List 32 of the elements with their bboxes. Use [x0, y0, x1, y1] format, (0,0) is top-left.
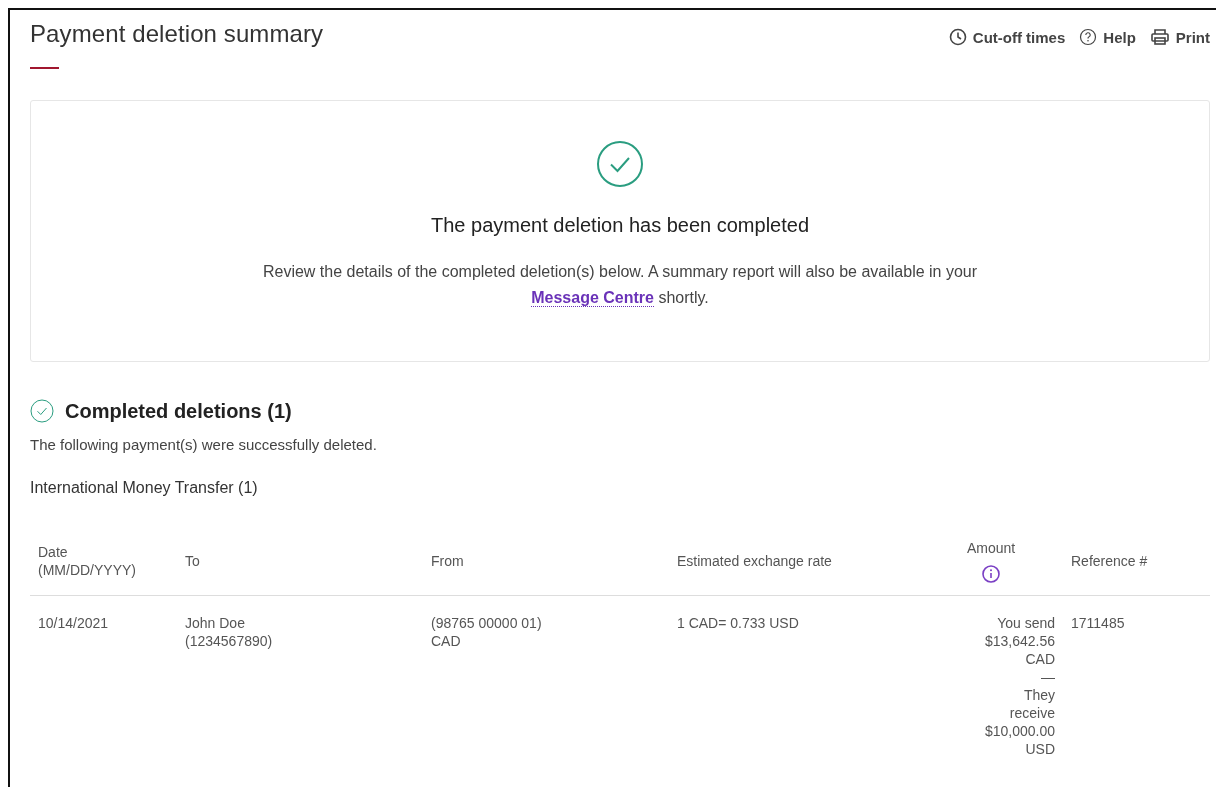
payee-name: John Doe — [185, 614, 246, 632]
confirmation-message: Review the details of the completed deletion(s) below. A summary report will also be available in your Message Centre shortly. — [261, 262, 979, 309]
help-link[interactable]: Help — [1079, 28, 1136, 46]
section-description: The following payment(s) were successfully deleted. — [30, 436, 378, 453]
group-heading: International Money Transfer (1) — [30, 479, 259, 497]
help-icon — [1079, 28, 1098, 46]
confirmation-heading: The payment deletion has been completed — [431, 214, 809, 237]
page-title: Payment deletion summary — [30, 20, 324, 48]
clock-icon — [948, 28, 967, 46]
from-currency: CAD — [431, 632, 462, 650]
receive-amount: They receive $10,000.00 USD — [983, 686, 1055, 758]
info-icon[interactable] — [982, 565, 1000, 583]
payee-account: (1234567890) — [185, 632, 274, 650]
printer-icon — [1149, 28, 1170, 46]
send-amount: You send $13,642.56 CAD — [983, 614, 1055, 668]
column-header: Date (MM/DD/YYYY) — [38, 543, 137, 579]
exchange-rate-cell-text: 1 CAD= 0.733 USD — [677, 614, 800, 632]
column-header: Reference # — [1071, 552, 1148, 570]
section-heading: Completed deletions (1) — [65, 399, 292, 423]
amount-separator: — — [1041, 668, 1055, 686]
column-header: From — [431, 552, 464, 570]
print-link[interactable]: Print — [1149, 28, 1210, 46]
from-account: (98765 00000 01) — [431, 614, 543, 632]
column-header: To — [185, 552, 200, 570]
cut-off-times-link[interactable]: Cut-off times — [948, 28, 1066, 46]
success-check-icon — [596, 140, 644, 188]
reference-cell-text: 1711485 — [1071, 614, 1126, 632]
date-cell-text: 10/14/2021 — [38, 614, 110, 632]
message-centre-link[interactable]: Message Centre — [531, 289, 654, 307]
column-header: Estimated exchange rate — [677, 552, 832, 570]
completed-check-icon — [30, 399, 54, 423]
column-header: Amount — [966, 539, 1016, 557]
